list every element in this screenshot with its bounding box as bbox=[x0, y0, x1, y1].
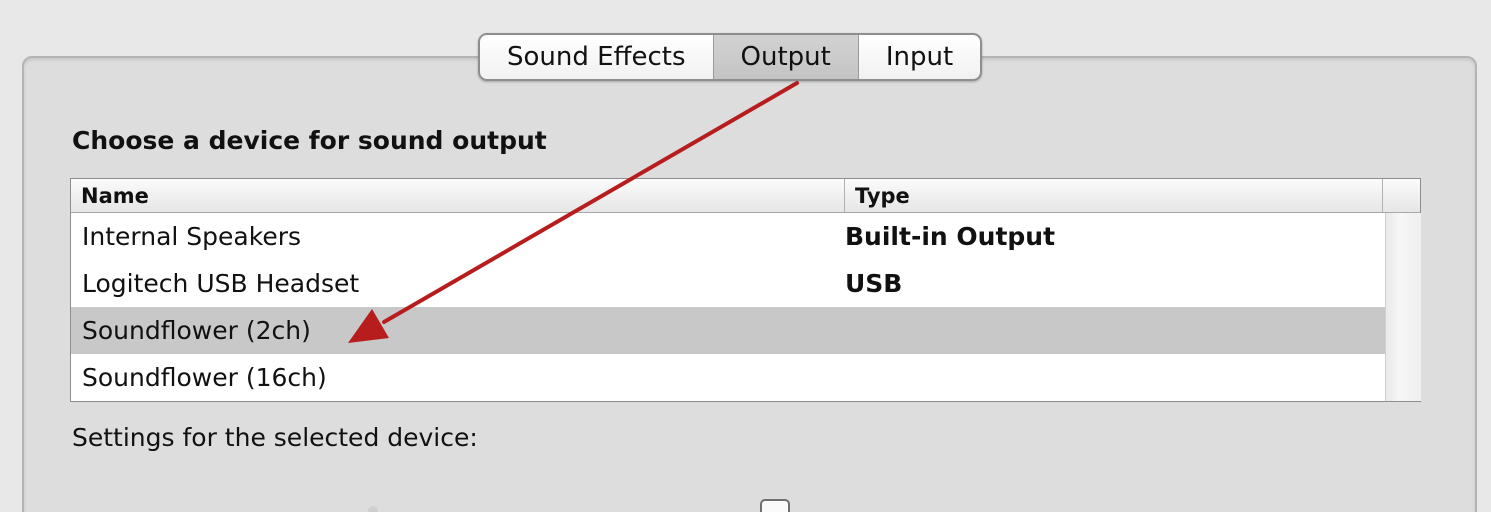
section-heading: Choose a device for sound output bbox=[72, 126, 547, 155]
table-row[interactable]: Logitech USB Headset USB bbox=[71, 260, 1385, 307]
partial-checkbox[interactable] bbox=[760, 499, 790, 512]
tab-bar: Sound Effects Output Input bbox=[478, 33, 983, 81]
device-type: Built-in Output bbox=[845, 222, 1056, 251]
column-header-type[interactable]: Type bbox=[845, 179, 1383, 212]
device-name: Soundflower (2ch) bbox=[82, 316, 311, 345]
column-header-name[interactable]: Name bbox=[71, 179, 845, 212]
table-header: Name Type bbox=[71, 179, 1420, 213]
device-list: Internal Speakers Built-in Output Logite… bbox=[71, 213, 1385, 401]
tab-output[interactable]: Output bbox=[713, 35, 859, 79]
partial-control-icon bbox=[368, 506, 378, 512]
device-name: Logitech USB Headset bbox=[82, 269, 360, 298]
device-name: Soundflower (16ch) bbox=[82, 363, 327, 392]
column-header-corner bbox=[1383, 179, 1420, 212]
device-type: USB bbox=[845, 269, 903, 298]
settings-label: Settings for the selected device: bbox=[72, 423, 478, 452]
tab-sound-effects[interactable]: Sound Effects bbox=[480, 35, 714, 79]
device-name: Internal Speakers bbox=[82, 222, 302, 251]
table-scrollbar[interactable] bbox=[1385, 213, 1421, 401]
output-device-table: Name Type Internal Speakers Built-in Out… bbox=[70, 178, 1421, 402]
table-row[interactable]: Internal Speakers Built-in Output bbox=[71, 213, 1385, 260]
sound-preferences-window: Sound Effects Output Input Choose a devi… bbox=[0, 0, 1491, 512]
table-row-selected[interactable]: Soundflower (2ch) bbox=[71, 307, 1385, 354]
tab-input[interactable]: Input bbox=[859, 35, 980, 79]
table-row[interactable]: Soundflower (16ch) bbox=[71, 354, 1385, 401]
